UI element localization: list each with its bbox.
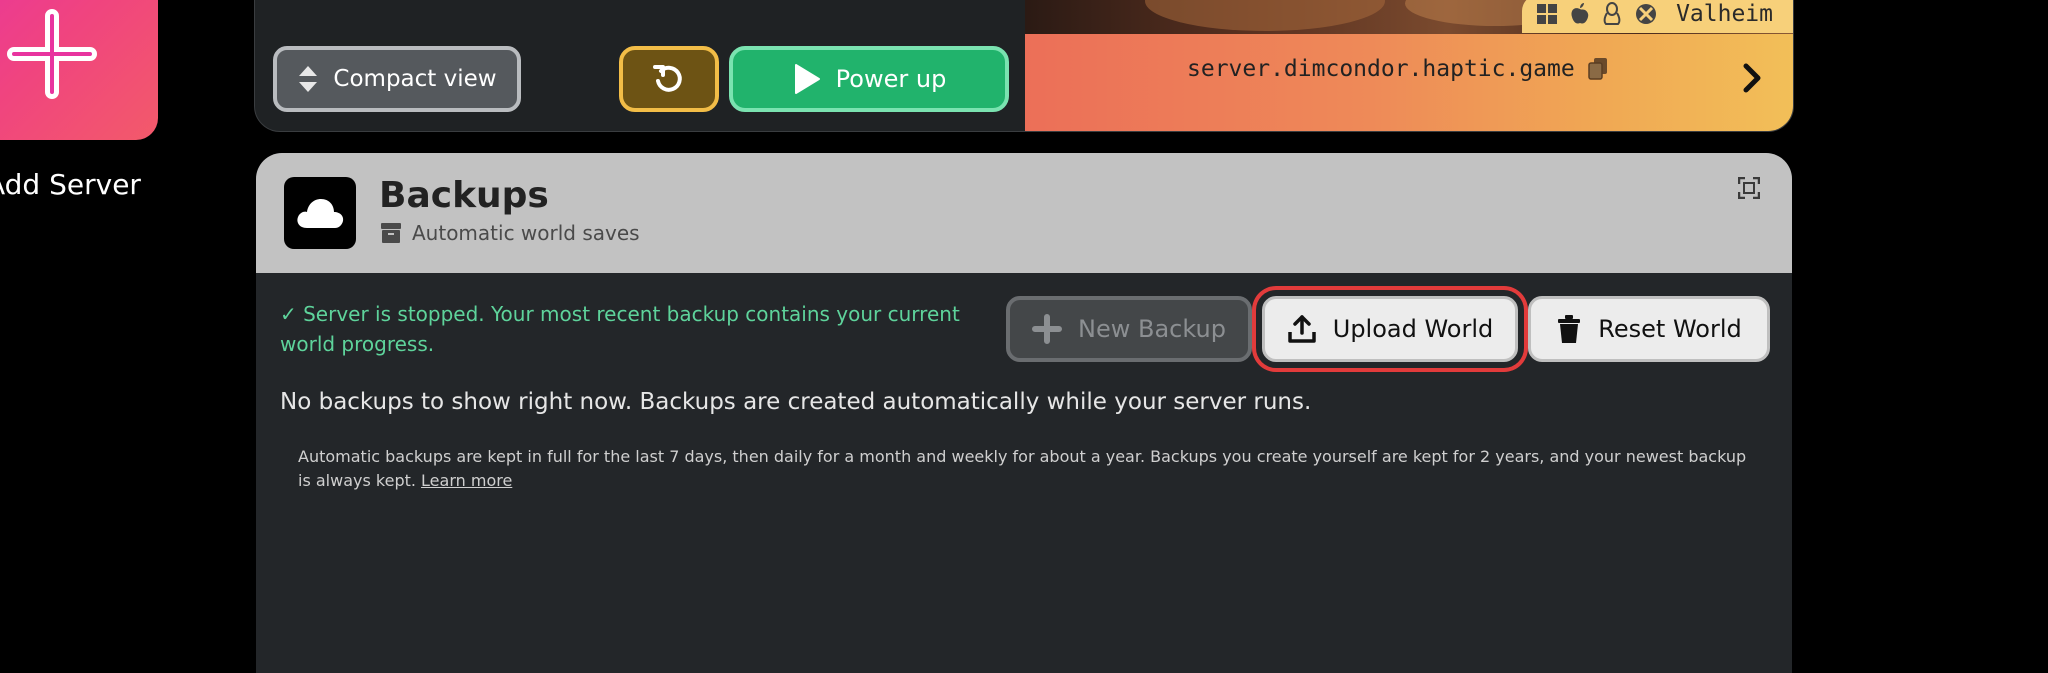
cloud-app-icon [284,177,356,249]
power-up-label: Power up [835,65,947,93]
backups-panel: Backups Automatic world saves ✓ Server i… [256,153,1792,673]
new-backup-button[interactable]: New Backup [1006,296,1252,362]
learn-more-link[interactable]: Learn more [421,471,512,490]
game-banner-image: Valheim [1025,0,1793,34]
sort-arrows-icon [299,66,318,92]
add-server-label[interactable]: Add Server [0,168,141,201]
power-up-button[interactable]: Power up [729,46,1009,112]
apple-icon [1571,3,1589,24]
retention-note: Automatic backups are kept in full for t… [298,445,1758,493]
trash-icon [1558,315,1581,343]
panel-subtitle: Automatic world saves [380,221,640,245]
archive-icon [381,223,401,243]
reset-world-label: Reset World [1598,315,1742,343]
server-address[interactable]: server.dimcondor.haptic.game [1187,56,1575,82]
retention-note-text: Automatic backups are kept in full for t… [298,447,1747,490]
linux-icon [1603,2,1621,25]
platform-badge: Valheim [1522,0,1793,33]
empty-backups-message: No backups to show right now. Backups ar… [280,389,1312,415]
new-backup-label: New Backup [1078,315,1226,343]
expand-icon[interactable] [1738,177,1760,199]
cloud-icon [297,199,344,228]
server-card: Compact view Power up Valheim server.dim… [254,0,1794,132]
compact-view-label: Compact view [333,66,497,92]
xbox-icon [1636,4,1657,24]
server-controls: Compact view Power up [255,0,1025,131]
backups-header: Backups Automatic world saves [256,153,1792,273]
server-status-message: ✓ Server is stopped. Your most recent ba… [280,302,960,356]
copy-icon[interactable] [1587,57,1609,81]
plus-icon [1032,314,1063,344]
game-name: Valheim [1676,1,1773,27]
upload-world-button[interactable]: Upload World [1262,296,1518,362]
restart-icon [653,65,682,92]
add-server-tile[interactable] [0,0,158,140]
upload-world-label: Upload World [1332,315,1494,343]
reset-world-button[interactable]: Reset World [1528,296,1770,362]
server-address-area: Valheim server.dimcondor.haptic.game [1025,0,1793,131]
compact-view-button[interactable]: Compact view [273,46,521,112]
server-address-bar[interactable]: server.dimcondor.haptic.game [1025,34,1793,131]
upload-icon [1288,315,1316,343]
panel-subtitle-label: Automatic world saves [412,221,640,245]
page-title: Backups [379,175,549,216]
chevron-right-icon[interactable] [1741,62,1763,94]
windows-icon [1537,4,1558,24]
plus-icon [7,9,97,99]
restart-button[interactable] [619,46,719,112]
play-icon [794,64,820,94]
